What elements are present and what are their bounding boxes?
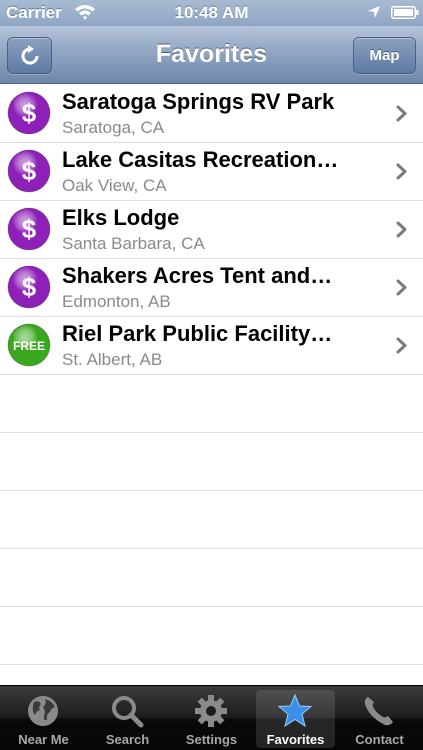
tab-near-me[interactable]: Near Me: [4, 690, 83, 748]
empty-row: [0, 375, 423, 433]
item-location: Saratoga, CA: [62, 118, 165, 137]
list-item[interactable]: $ Lake Casitas Recreation… Oak View, CA: [0, 143, 423, 201]
chevron-right-icon: [396, 163, 407, 180]
chevron-right-icon: [396, 105, 407, 122]
chevron-right-icon: [396, 221, 407, 238]
empty-row: [0, 491, 423, 549]
svg-text:FREE: FREE: [13, 339, 45, 353]
tab-contact[interactable]: Contact: [340, 690, 419, 748]
chevron-right-icon: [396, 279, 407, 296]
status-bar: Carrier 10:48 AM: [0, 0, 423, 26]
favorites-list: $ Saratoga Springs RV Park Saratoga, CA $ La…: [0, 85, 423, 685]
dollar-badge-icon: $: [7, 91, 51, 135]
phone-icon: [364, 697, 393, 726]
svg-text:$: $: [22, 214, 37, 244]
dollar-badge-icon: $: [7, 149, 51, 193]
tab-bar: Near Me Search Settings Favorites Contact: [0, 685, 423, 750]
list-item[interactable]: FREE Riel Park Public Facility… St. Albert…: [0, 317, 423, 375]
star-icon: [277, 693, 313, 728]
location-arrow-icon: [368, 6, 380, 18]
tab-settings[interactable]: Settings: [172, 690, 251, 748]
empty-row: [0, 549, 423, 607]
item-location: Santa Barbara, CA: [62, 234, 205, 253]
tab-label: Near Me: [18, 732, 69, 747]
item-location: St. Albert, AB: [62, 350, 163, 369]
tab-favorites[interactable]: Favorites: [256, 690, 335, 748]
empty-row: [0, 433, 423, 491]
item-location: Edmonton, AB: [62, 292, 171, 311]
free-badge-icon: FREE: [7, 323, 51, 367]
svg-text:$: $: [22, 98, 37, 128]
item-title: Lake Casitas Recreation…: [62, 147, 339, 172]
svg-text:$: $: [22, 156, 37, 186]
tab-search[interactable]: Search: [88, 690, 167, 748]
item-location: Oak View, CA: [62, 176, 167, 195]
status-time: 10:48 AM: [174, 3, 249, 22]
tab-label: Favorites: [266, 732, 325, 747]
tab-label: Settings: [185, 732, 238, 747]
gear-icon: [195, 695, 227, 727]
globe-icon: [28, 696, 58, 726]
empty-row: [0, 607, 423, 665]
tab-label: Contact: [355, 732, 404, 747]
battery-icon: [391, 6, 419, 19]
svg-text:$: $: [22, 272, 37, 302]
item-title: Shakers Acres Tent and…: [62, 263, 333, 288]
map-button[interactable]: Map: [353, 37, 416, 74]
list-item[interactable]: $ Saratoga Springs RV Park Saratoga, CA: [0, 85, 423, 143]
item-title: Elks Lodge: [62, 205, 180, 230]
list-item[interactable]: $ Shakers Acres Tent and… Edmonton, AB: [0, 259, 423, 317]
dollar-badge-icon: $: [7, 207, 51, 251]
dollar-badge-icon: $: [7, 265, 51, 309]
magnifier-icon: [112, 696, 144, 728]
item-title: Riel Park Public Facility…: [62, 321, 333, 346]
list-item[interactable]: $ Elks Lodge Santa Barbara, CA: [0, 201, 423, 259]
item-title: Saratoga Springs RV Park: [62, 89, 335, 114]
tab-label: Search: [105, 732, 150, 747]
navigation-bar: Favorites Map: [0, 26, 423, 84]
chevron-right-icon: [396, 337, 407, 354]
